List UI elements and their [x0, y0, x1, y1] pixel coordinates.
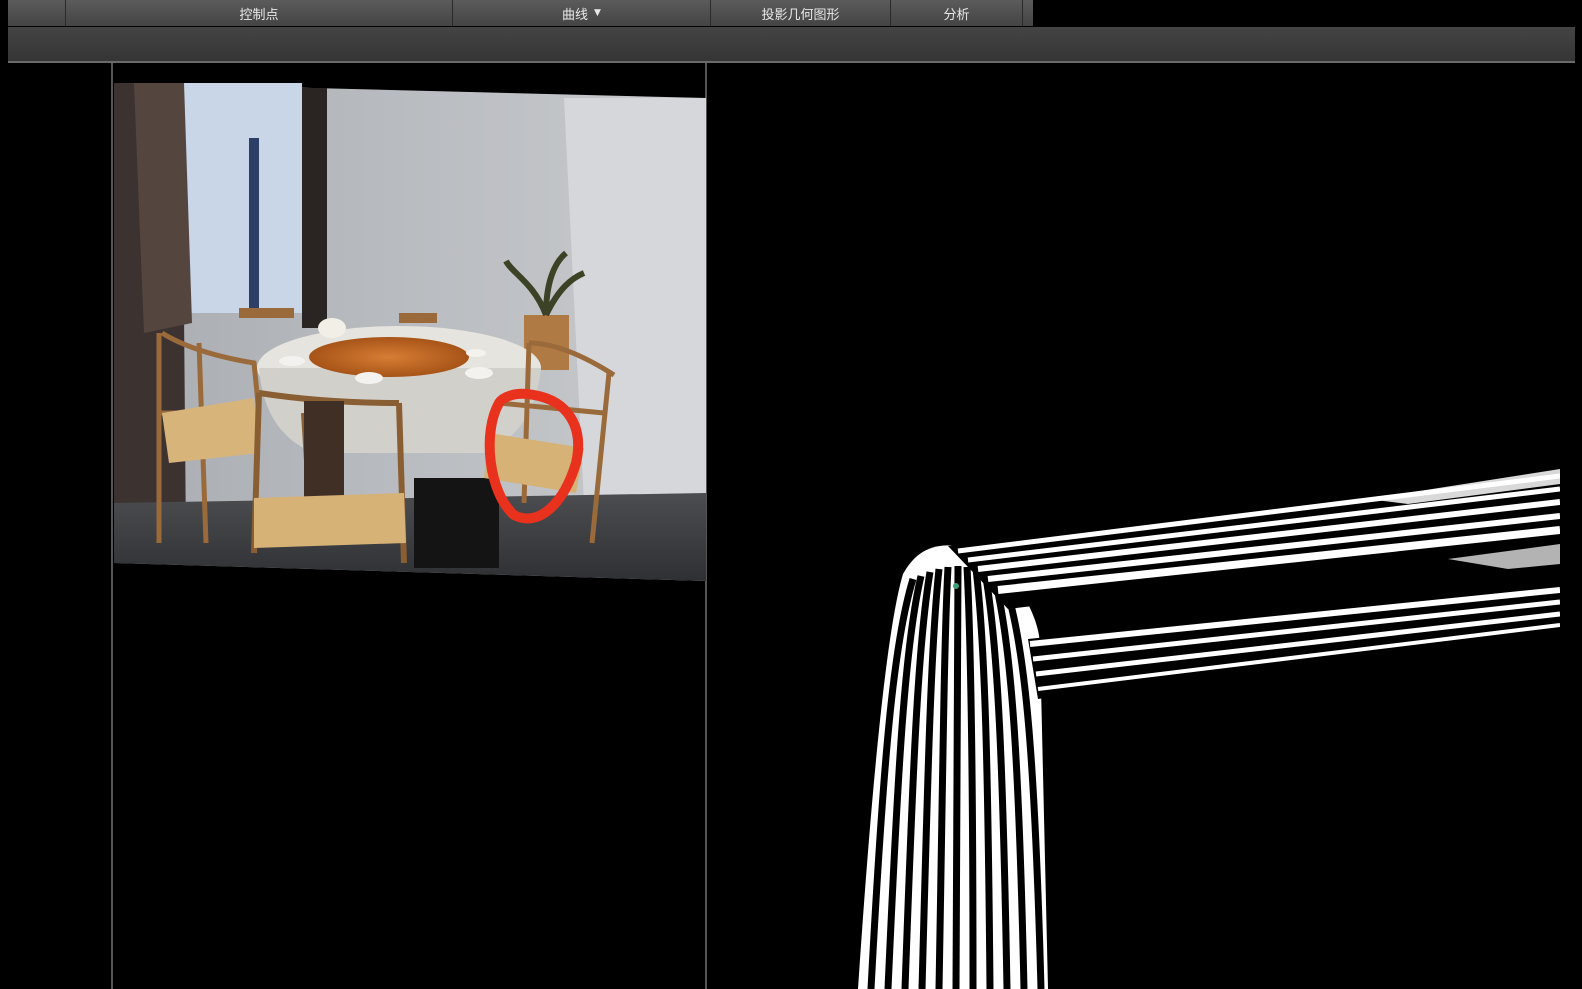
ribbon-tab-bar: 控制点 曲线 ▼ 投影几何图形 分析: [0, 0, 1582, 27]
reference-photo: [114, 83, 706, 581]
surface-point-marker[interactable]: [953, 583, 959, 589]
tab-analysis[interactable]: 分析: [891, 0, 1023, 26]
viewport-divider-left[interactable]: [111, 63, 113, 989]
tab-label: 控制点: [239, 7, 279, 23]
ribbon-tab-strip: 控制点 曲线 ▼ 投影几何图形 分析: [8, 0, 1033, 26]
tab-label: 曲线: [562, 7, 589, 23]
tab-control-points[interactable]: 控制点: [66, 0, 453, 26]
zebra-analysis-viewport[interactable]: [708, 64, 1570, 989]
ribbon-toolbar: [8, 27, 1575, 63]
tab-label: 投影几何图形: [761, 7, 840, 23]
tab-blank[interactable]: [8, 0, 66, 26]
tab-projected-geometry[interactable]: 投影几何图形: [711, 0, 891, 26]
caret-down-icon[interactable]: ▼: [594, 8, 601, 18]
tab-label: 分析: [943, 7, 970, 23]
tab-curves[interactable]: 曲线 ▼: [453, 0, 711, 26]
